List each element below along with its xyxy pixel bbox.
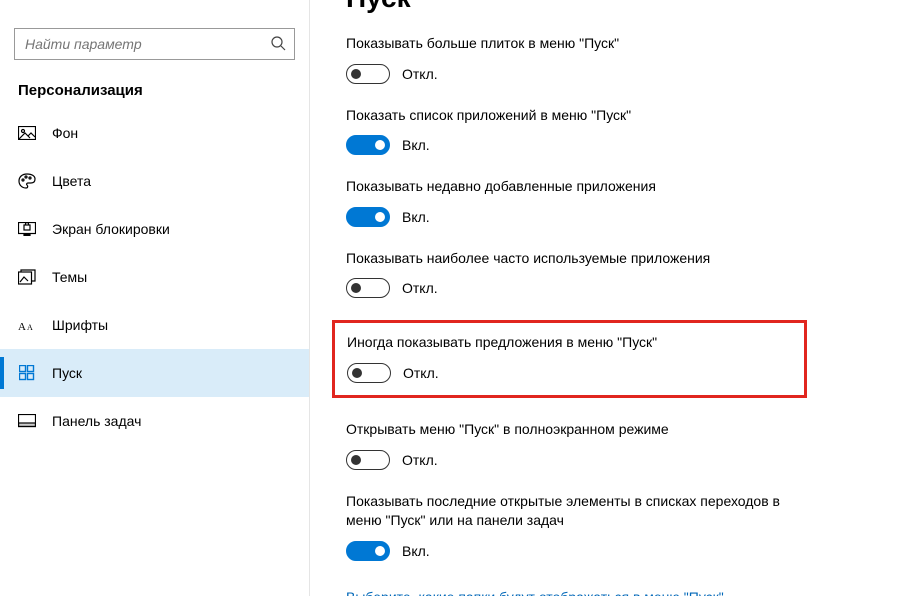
setting-jumplists: Показывать последние открытые элементы в… (346, 492, 887, 561)
toggle-state: Откл. (402, 66, 438, 82)
sidebar-item-taskbar[interactable]: Панель задач (0, 397, 309, 445)
setting-suggestions: Иногда показывать предложения в меню "Пу… (347, 333, 792, 383)
sidebar-item-themes[interactable]: Темы (0, 253, 309, 301)
toggle-state: Откл. (403, 365, 439, 381)
highlight-box: Иногда показывать предложения в меню "Пу… (332, 320, 807, 398)
toggle-most-used[interactable] (346, 278, 390, 298)
search-icon (270, 35, 286, 54)
taskbar-icon (18, 412, 36, 430)
toggle-jumplists[interactable] (346, 541, 390, 561)
setting-label: Показывать последние открытые элементы в… (346, 492, 786, 531)
sidebar-item-label: Цвета (52, 173, 91, 189)
section-header: Персонализация (0, 78, 309, 109)
sidebar-item-label: Темы (52, 269, 87, 285)
toggle-state: Вкл. (402, 543, 430, 559)
sidebar-item-label: Фон (52, 125, 78, 141)
sidebar-item-label: Панель задач (52, 413, 141, 429)
sidebar-item-label: Экран блокировки (52, 221, 170, 237)
toggle-recently-added[interactable] (346, 207, 390, 227)
setting-label: Показать список приложений в меню "Пуск" (346, 106, 786, 126)
search-box[interactable] (14, 28, 295, 60)
sidebar: Персонализация Фон Цвета Экран блокировк… (0, 0, 310, 596)
setting-recently-added: Показывать недавно добавленные приложени… (346, 177, 887, 227)
theme-icon (18, 268, 36, 286)
sidebar-item-background[interactable]: Фон (0, 109, 309, 157)
sidebar-item-lockscreen[interactable]: Экран блокировки (0, 205, 309, 253)
setting-fullscreen: Открывать меню "Пуск" в полноэкранном ре… (346, 420, 887, 470)
toggle-state: Вкл. (402, 209, 430, 225)
setting-label: Показывать наиболее часто используемые п… (346, 249, 786, 269)
palette-icon (18, 172, 36, 190)
toggle-suggestions[interactable] (347, 363, 391, 383)
toggle-state: Вкл. (402, 137, 430, 153)
setting-label: Иногда показывать предложения в меню "Пу… (347, 333, 787, 353)
setting-most-used: Показывать наиболее часто используемые п… (346, 249, 887, 299)
toggle-app-list[interactable] (346, 135, 390, 155)
svg-text:A: A (18, 321, 26, 333)
folders-link[interactable]: Выберите, какие папки будут отображаться… (346, 589, 724, 596)
sidebar-item-label: Шрифты (52, 317, 108, 333)
toggle-more-tiles[interactable] (346, 64, 390, 84)
sidebar-item-start[interactable]: Пуск (0, 349, 309, 397)
setting-app-list: Показать список приложений в меню "Пуск"… (346, 106, 887, 156)
lockscreen-icon (18, 220, 36, 238)
search-input[interactable] (25, 36, 270, 52)
setting-label: Открывать меню "Пуск" в полноэкранном ре… (346, 420, 786, 440)
picture-icon (18, 124, 36, 142)
sidebar-item-label: Пуск (52, 365, 82, 381)
svg-text:A: A (27, 323, 33, 332)
toggle-fullscreen[interactable] (346, 450, 390, 470)
sidebar-item-fonts[interactable]: A A Шрифты (0, 301, 309, 349)
content: Пуск Показывать больше плиток в меню "Пу… (310, 0, 897, 596)
setting-more-tiles: Показывать больше плиток в меню "Пуск" О… (346, 34, 887, 84)
font-icon: A A (18, 316, 36, 334)
toggle-state: Откл. (402, 280, 438, 296)
page-title: Пуск (346, 0, 887, 14)
toggle-state: Откл. (402, 452, 438, 468)
start-icon (18, 364, 36, 382)
sidebar-item-colors[interactable]: Цвета (0, 157, 309, 205)
setting-label: Показывать больше плиток в меню "Пуск" (346, 34, 786, 54)
setting-label: Показывать недавно добавленные приложени… (346, 177, 786, 197)
